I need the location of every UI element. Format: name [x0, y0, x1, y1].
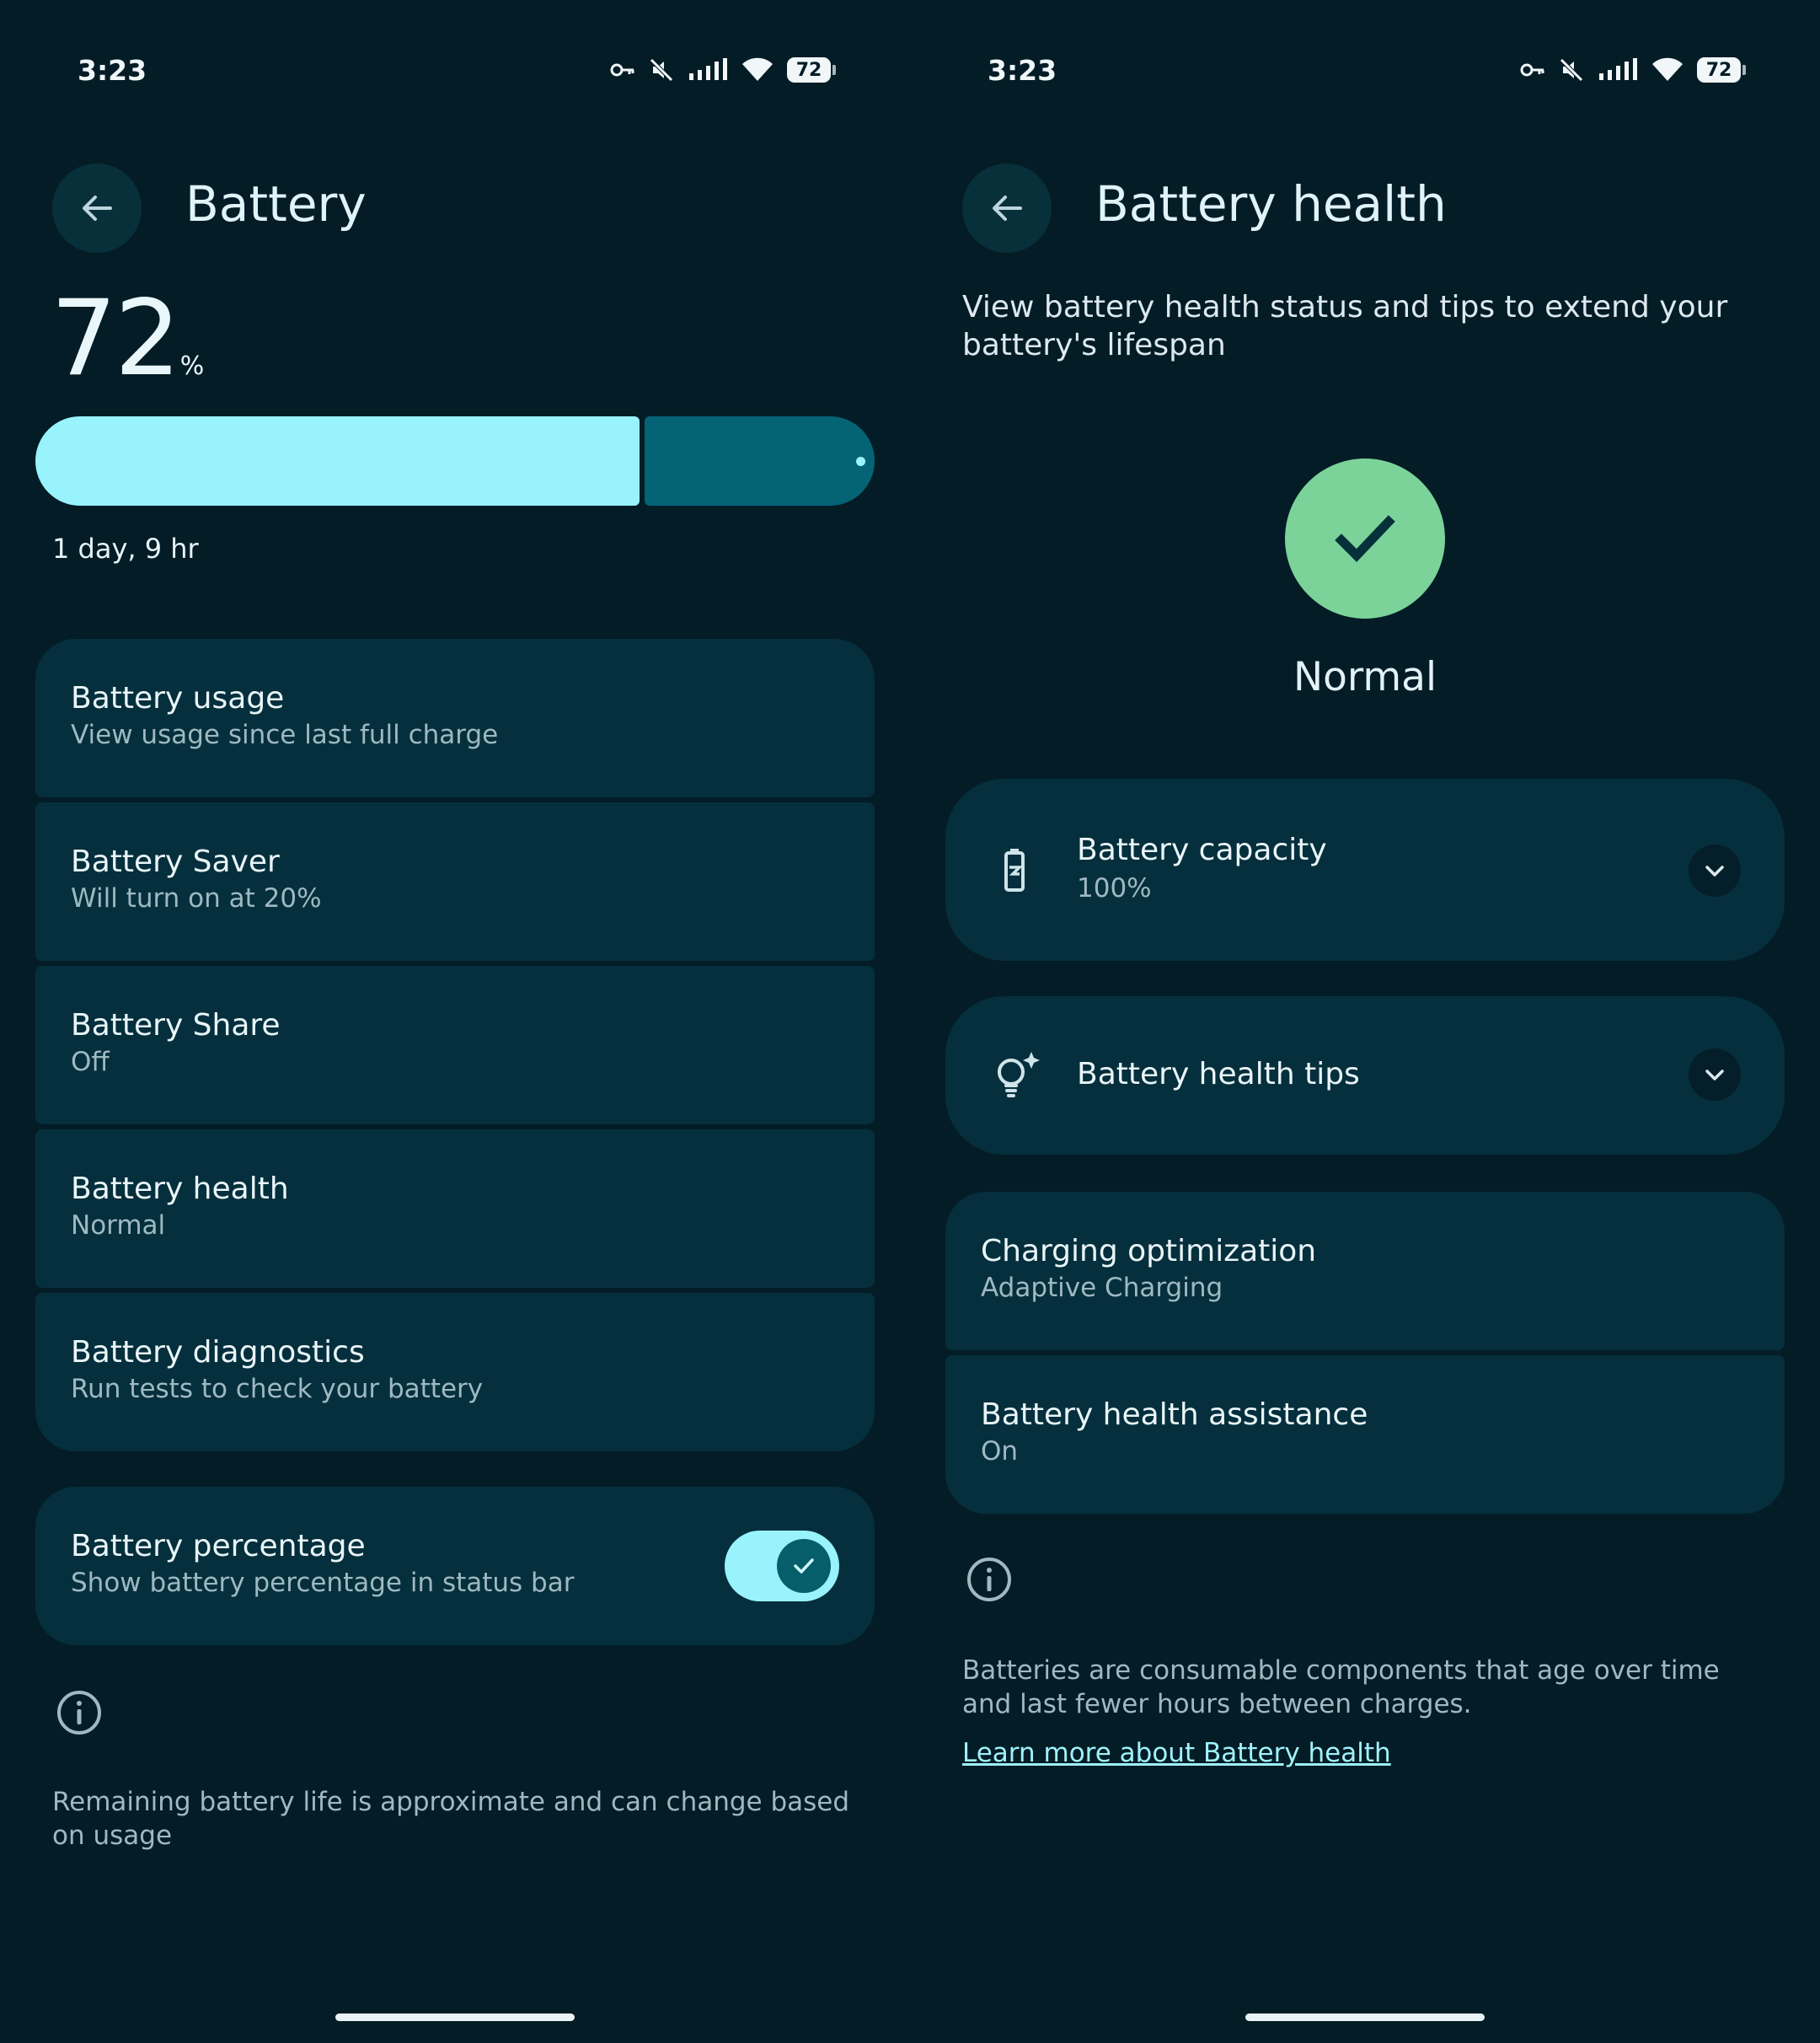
key-icon — [610, 63, 634, 77]
footer-note: Remaining battery life is approximate an… — [52, 1787, 850, 1851]
mute-icon — [1560, 58, 1583, 82]
list-item-battery-diagnostics[interactable]: Battery diagnostics Run tests to check y… — [35, 1293, 875, 1451]
charging-settings-list: Charging optimization Adaptive Charging … — [945, 1192, 1785, 1514]
back-arrow-icon — [993, 196, 1022, 221]
chevron-down-icon — [1705, 1070, 1724, 1080]
list-item-battery-health[interactable]: Battery health Normal — [35, 1129, 875, 1288]
item-subtitle: Adaptive Charging — [981, 1273, 1223, 1303]
status-icons: 72 — [1520, 57, 1746, 83]
lightbulb-sparkle-icon — [998, 1052, 1040, 1097]
home-indicator[interactable] — [335, 2014, 575, 2021]
expand-capacity-button[interactable] — [1689, 845, 1741, 897]
card-title: Battery capacity — [1077, 833, 1327, 867]
battery-settings-list: Battery usage View usage since last full… — [35, 639, 875, 1451]
item-title: Battery health assistance — [981, 1397, 1368, 1432]
item-subtitle: Show battery percentage in status bar — [71, 1568, 575, 1598]
item-title: Battery Share — [71, 1008, 281, 1043]
battery-icon: 72 — [1697, 57, 1746, 83]
item-title: Charging optimization — [981, 1234, 1317, 1268]
back-arrow-icon — [83, 196, 112, 221]
status-time: 3:23 — [78, 54, 147, 87]
item-subtitle: View usage since last full charge — [71, 720, 499, 750]
page-title: Battery health — [1095, 175, 1447, 233]
battery-health-tips-card[interactable]: Battery health tips — [945, 996, 1785, 1155]
list-item-battery-usage[interactable]: Battery usage View usage since last full… — [35, 639, 875, 797]
list-item-battery-saver[interactable]: Battery Saver Will turn on at 20% — [35, 802, 875, 961]
list-item-charging-optimization[interactable]: Charging optimization Adaptive Charging — [945, 1192, 1785, 1350]
battery-capacity-card[interactable]: Battery capacity 100% — [945, 779, 1785, 961]
list-item-battery-share[interactable]: Battery Share Off — [35, 966, 875, 1124]
battery-level-number: 72 — [51, 278, 181, 399]
wifi-icon — [1652, 57, 1683, 81]
health-status-badge — [1285, 458, 1445, 619]
check-icon — [794, 1558, 814, 1574]
battery-level-empty — [645, 416, 875, 506]
page-title: Battery — [185, 175, 367, 233]
mute-icon — [650, 58, 673, 82]
item-subtitle: On — [981, 1436, 1019, 1467]
back-button[interactable] — [962, 164, 1052, 253]
battery-health-screen: 3:23 72 Battery health View battery heal… — [910, 0, 1820, 2043]
check-icon — [1335, 515, 1395, 562]
list-item-battery-health-assistance[interactable]: Battery health assistance On — [945, 1355, 1785, 1514]
battery-screen: 3:23 72 Battery 72% 1 day, 9 hr Battery … — [0, 0, 910, 2043]
item-subtitle: Normal — [71, 1210, 166, 1241]
item-subtitle: Off — [71, 1047, 110, 1077]
battery-icon: 72 — [787, 57, 836, 83]
key-icon — [1520, 63, 1544, 77]
wifi-icon — [742, 57, 773, 81]
back-button[interactable] — [52, 164, 142, 253]
page-description: View battery health status and tips to e… — [962, 290, 1728, 362]
card-value: 100% — [1077, 873, 1152, 904]
status-time: 3:23 — [988, 54, 1057, 87]
battery-level-fill — [35, 416, 640, 506]
list-item-battery-percentage[interactable]: Battery percentage Show battery percenta… — [35, 1487, 875, 1645]
status-bar: 3:23 72 — [910, 54, 1820, 94]
battery-percentage-toggle[interactable] — [725, 1531, 839, 1601]
battery-capacity-icon — [1004, 849, 1025, 892]
info-icon — [57, 1691, 101, 1735]
chevron-down-icon — [1705, 866, 1724, 877]
info-icon — [967, 1558, 1011, 1601]
card-title: Battery health tips — [1077, 1057, 1360, 1091]
item-title: Battery health — [71, 1172, 289, 1206]
item-subtitle: Run tests to check your battery — [71, 1374, 484, 1404]
item-subtitle: Will turn on at 20% — [71, 883, 322, 914]
item-title: Battery percentage — [71, 1529, 366, 1563]
battery-percentage-group: Battery percentage Show battery percenta… — [35, 1487, 875, 1650]
battery-level-bar — [35, 416, 875, 506]
battery-level-unit: % — [179, 351, 205, 381]
item-title: Battery usage — [71, 681, 285, 716]
status-icons: 72 — [610, 57, 836, 83]
toggle-knob — [777, 1539, 831, 1593]
battery-level-end-dot — [856, 457, 865, 466]
home-indicator[interactable] — [1245, 2014, 1485, 2021]
time-remaining: 1 day, 9 hr — [52, 533, 199, 565]
battery-level: 72% — [51, 278, 204, 399]
health-status-label: Normal — [1293, 654, 1437, 700]
signal-icon — [689, 58, 727, 80]
footer-note: Batteries are consumable components that… — [962, 1655, 1720, 1719]
expand-tips-button[interactable] — [1689, 1048, 1741, 1101]
learn-more-link[interactable]: Learn more about Battery health — [962, 1738, 1391, 1768]
item-title: Battery Saver — [71, 845, 280, 879]
signal-icon — [1599, 58, 1637, 80]
item-title: Battery diagnostics — [71, 1335, 365, 1370]
status-bar: 3:23 72 — [0, 54, 910, 94]
